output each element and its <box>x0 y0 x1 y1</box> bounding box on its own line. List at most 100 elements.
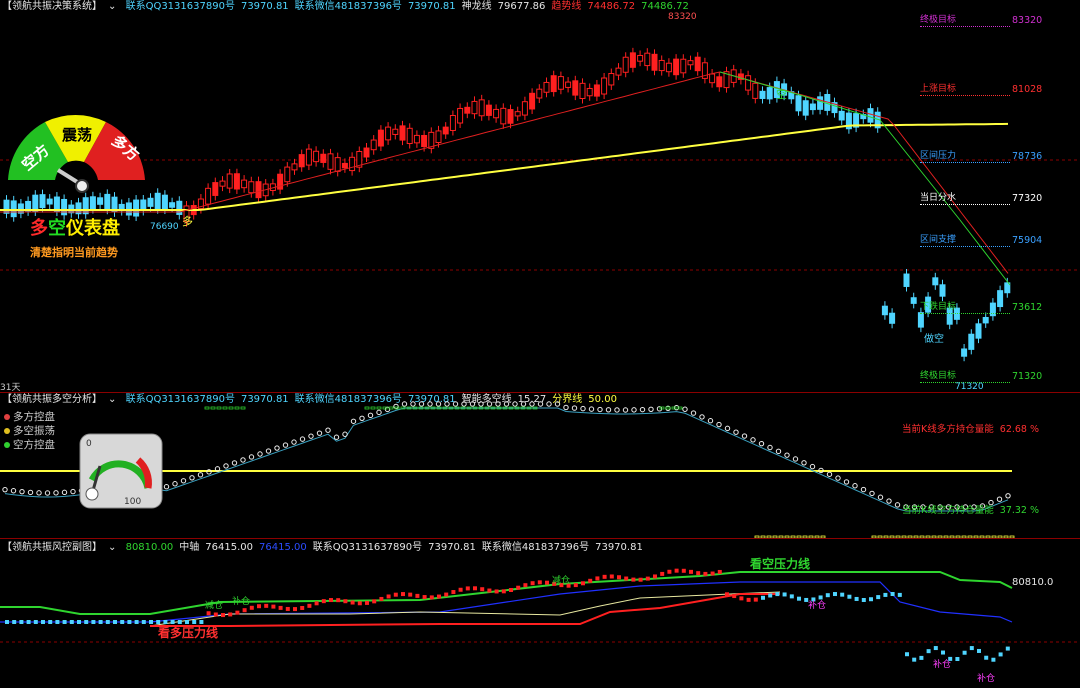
oscillator-dot <box>19 488 25 495</box>
level-name: 终极目标 <box>920 15 1010 27</box>
pressure-duo-label: 看多压力线 <box>158 626 219 640</box>
risk-candle <box>876 595 881 600</box>
risk-candle <box>501 589 506 594</box>
risk-candle <box>465 586 470 591</box>
risk-candle <box>257 604 261 609</box>
duo-signal: 多 <box>182 215 193 228</box>
level-value: 75904 <box>1012 235 1043 246</box>
risk-candle <box>753 597 758 602</box>
oscillator-dot <box>299 436 306 442</box>
risk-candle <box>530 581 535 586</box>
candle <box>759 90 766 99</box>
oscillator-dot <box>724 425 731 432</box>
oscillator-dot <box>826 471 833 477</box>
candle <box>881 305 888 316</box>
risk-candle <box>429 595 434 600</box>
oscillator-dot <box>852 483 858 489</box>
oscillator-dot <box>758 440 765 447</box>
risk-right-value: 80810.0 <box>1012 577 1054 588</box>
risk-candle <box>703 571 708 576</box>
oscillator-dot <box>835 475 841 481</box>
green-pressure-line <box>0 571 1013 615</box>
candle <box>421 134 428 148</box>
oscillator-dot <box>410 401 416 407</box>
risk-candle <box>710 571 715 576</box>
oscillator-dot <box>707 418 714 424</box>
oscillator-dot <box>512 401 518 407</box>
candle <box>370 139 377 151</box>
gauge-mid-label: 震荡 <box>62 126 92 144</box>
candle <box>557 76 564 90</box>
level-name: 下跌目标 <box>920 302 1010 314</box>
mini-gauge-hub <box>85 487 99 501</box>
legend-item: 多方控盘 <box>4 410 55 424</box>
candle <box>745 75 752 91</box>
risk-candle <box>329 598 333 603</box>
oscillator-dot <box>2 486 8 493</box>
risk-candle <box>451 590 456 595</box>
legend-dot <box>4 428 10 434</box>
risk-candle <box>487 588 492 593</box>
oscillator-dot <box>70 488 76 495</box>
signal-box <box>240 406 246 410</box>
risk-candle <box>890 592 895 596</box>
level-value: 71320 <box>1012 371 1043 382</box>
risk-candle <box>689 569 693 574</box>
risk-candle <box>134 620 139 624</box>
risk-candle <box>825 593 830 598</box>
oscillator-dot <box>716 421 722 428</box>
candle <box>982 316 989 324</box>
oscillator-dot <box>741 433 748 439</box>
risk-candle <box>926 649 931 654</box>
risk-candle <box>91 620 96 624</box>
risk-candle <box>717 569 722 574</box>
oscillator-dot <box>580 405 586 412</box>
candle <box>212 182 219 196</box>
candle <box>349 156 356 172</box>
oscillator-dot <box>631 407 637 413</box>
oscillator-dot <box>240 457 246 463</box>
level-value: 78736 <box>1012 151 1043 162</box>
oscillator-dot <box>571 405 578 411</box>
short-energy-value: 37.32 <box>999 505 1027 516</box>
candle <box>687 60 694 66</box>
peak-label: 83320 <box>668 12 697 22</box>
risk-candle <box>5 620 9 624</box>
candle <box>932 277 939 286</box>
candle <box>889 312 896 324</box>
oscillator-dot <box>308 433 314 439</box>
risk-candle <box>681 568 686 573</box>
oscillator-dot <box>274 445 280 451</box>
candle <box>169 202 176 208</box>
risk-candle <box>69 620 74 624</box>
candle <box>305 148 312 166</box>
risk-candle <box>962 650 967 655</box>
candle <box>478 99 485 117</box>
candle <box>485 104 492 116</box>
risk-candle <box>264 603 269 608</box>
risk-candle <box>991 657 996 662</box>
oscillator-dot <box>1005 493 1011 499</box>
candle <box>233 173 240 190</box>
oscillator-dot <box>495 401 501 407</box>
risk-candle <box>98 620 103 624</box>
oscillator-dot <box>894 502 901 508</box>
oscillator-dot <box>529 401 535 407</box>
risk-candle <box>386 594 391 599</box>
candle <box>327 153 334 170</box>
risk-candle <box>84 620 89 624</box>
risk-candle <box>285 606 290 611</box>
candle <box>442 126 449 135</box>
risk-candle <box>149 620 153 624</box>
candle <box>334 157 341 172</box>
risk-candle <box>588 578 593 583</box>
signal-box <box>370 406 376 410</box>
risk-candle <box>19 620 24 624</box>
risk-candle <box>638 577 643 582</box>
risk-candle <box>55 620 60 624</box>
risk-candle <box>458 587 463 592</box>
risk-candle <box>365 600 369 605</box>
oscillator-dot <box>801 460 807 466</box>
oscillator-dot <box>809 463 816 470</box>
legend-item: 空方控盘 <box>4 438 55 452</box>
